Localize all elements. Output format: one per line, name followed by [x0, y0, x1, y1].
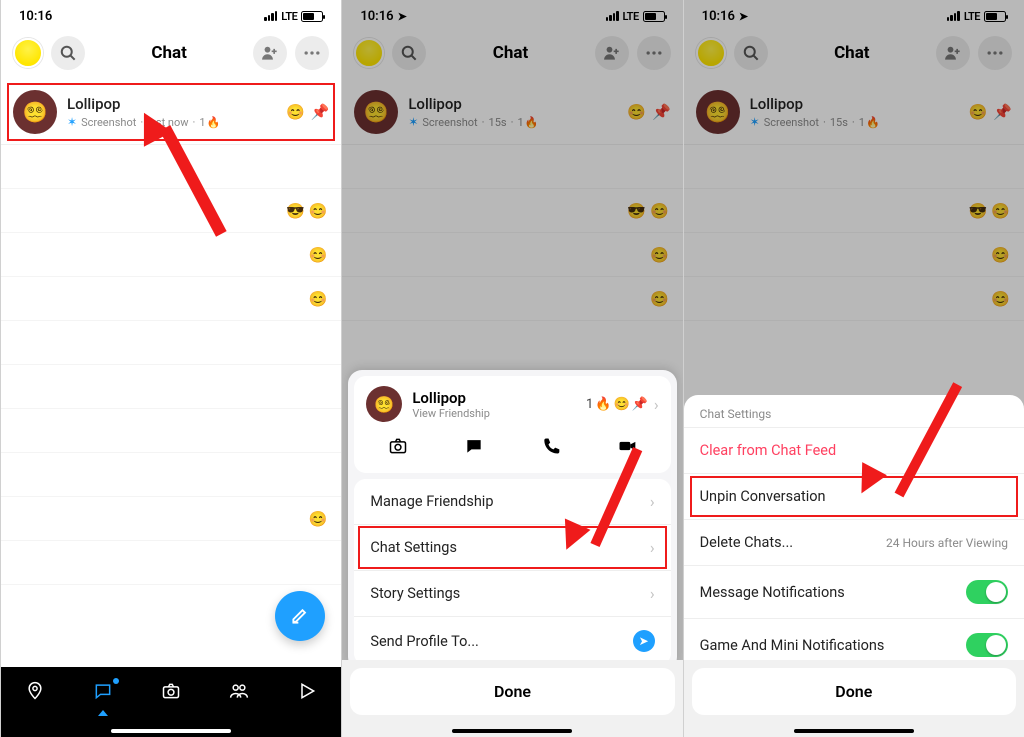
chat-header: Chat: [1, 28, 341, 80]
friend-badges: 1🔥😊📌: [586, 397, 648, 412]
search-icon: [58, 43, 78, 63]
done-bar: Done: [684, 660, 1024, 737]
video-action[interactable]: [617, 436, 637, 461]
battery-icon: [301, 11, 323, 22]
page-title: Chat: [151, 43, 187, 63]
list-item[interactable]: [1, 145, 341, 189]
screen-3-chat-settings: 10:16 ➤ LTE Chat 😵‍💫 Lollipop ✶ Screensh…: [683, 0, 1024, 737]
camera-icon: [388, 436, 408, 456]
tab-spotlight[interactable]: [297, 681, 317, 706]
map-pin-icon: [25, 681, 45, 701]
status-network: LTE: [281, 10, 297, 23]
chat-settings-row[interactable]: Chat Settings ›: [354, 524, 670, 570]
story-settings-row[interactable]: Story Settings ›: [354, 570, 670, 616]
status-bar: 10:16 LTE: [1, 0, 341, 28]
people-icon: [229, 681, 249, 701]
clear-from-feed-row[interactable]: Clear from Chat Feed: [684, 427, 1024, 473]
camera-icon: [161, 681, 181, 701]
toggle-on[interactable]: [966, 633, 1008, 657]
friend-card: 😵‍💫 Lollipop View Friendship 1🔥😊📌 ›: [354, 376, 670, 473]
chevron-right-icon: ›: [650, 584, 655, 603]
chat-subtitle: ✶ Screenshot · just now · 1🔥: [67, 115, 286, 129]
home-indicator: [452, 729, 572, 733]
list-item[interactable]: 😎😊: [1, 189, 341, 233]
tab-camera[interactable]: [161, 681, 181, 706]
cellular-icon: [264, 11, 277, 21]
screen-2-friend-sheet: 10:16 ➤ LTE Chat 😵‍💫 Lollipop ✶ Screensh…: [341, 0, 682, 737]
friend-action-sheet: 😵‍💫 Lollipop View Friendship 1🔥😊📌 › Ma: [348, 370, 676, 671]
chat-row-lollipop[interactable]: 😵‍💫 Lollipop ✶ Screenshot · just now · 1…: [1, 80, 341, 145]
compose-icon: [290, 606, 310, 626]
send-profile-row[interactable]: Send Profile To... ➤: [354, 616, 670, 665]
toggle-on[interactable]: [966, 580, 1008, 604]
friend-name: Lollipop: [412, 389, 586, 407]
view-friendship-row[interactable]: 😵‍💫 Lollipop View Friendship 1🔥😊📌 ›: [354, 376, 670, 426]
more-button[interactable]: [295, 36, 329, 70]
list-item[interactable]: [1, 409, 341, 453]
manage-friendship-row[interactable]: Manage Friendship ›: [354, 479, 670, 524]
sheet-options: Manage Friendship › Chat Settings › Stor…: [354, 479, 670, 665]
screen-1-chat-list: 10:16 LTE Chat 😵‍💫 Lollipop: [0, 0, 341, 737]
message-notifications-row[interactable]: Message Notifications: [684, 565, 1024, 618]
tab-bar: [1, 667, 341, 737]
chevron-right-icon: ›: [650, 492, 655, 511]
chevron-right-icon: ›: [650, 538, 655, 557]
list-item[interactable]: [1, 321, 341, 365]
delete-hint: 24 Hours after Viewing: [886, 536, 1008, 550]
video-icon: [617, 436, 637, 456]
status-time: 10:16: [19, 9, 52, 24]
screenshot-icon: ✶: [67, 115, 77, 129]
avatar-lollipop: 😵‍💫: [366, 386, 402, 422]
call-action[interactable]: [541, 436, 561, 461]
list-item[interactable]: [1, 453, 341, 497]
tab-stories[interactable]: [229, 681, 249, 706]
done-button[interactable]: Done: [350, 668, 674, 715]
play-icon: [297, 681, 317, 701]
view-friendship-label: View Friendship: [412, 407, 586, 420]
fire-icon: 🔥: [207, 116, 221, 129]
unpin-conversation-row[interactable]: Unpin Conversation: [684, 473, 1024, 519]
fire-icon: 🔥: [595, 397, 611, 412]
chevron-right-icon: ›: [654, 395, 659, 414]
list-item[interactable]: [1, 365, 341, 409]
camera-action[interactable]: [388, 436, 408, 461]
chat-name: Lollipop: [67, 95, 286, 113]
send-icon: ➤: [633, 630, 655, 652]
home-indicator: [111, 729, 231, 733]
done-button[interactable]: Done: [692, 668, 1016, 715]
tab-map[interactable]: [25, 681, 45, 706]
phone-icon: [541, 436, 561, 456]
search-button[interactable]: [51, 36, 85, 70]
pin-icon: 📌: [632, 397, 648, 412]
more-icon: [302, 43, 322, 63]
delete-chats-row[interactable]: Delete Chats... 24 Hours after Viewing: [684, 519, 1024, 565]
chat-bubble-icon: [464, 436, 484, 456]
tab-chat[interactable]: [93, 681, 113, 706]
add-friend-icon: [260, 43, 280, 63]
done-bar: Done: [342, 660, 682, 737]
profile-bitmoji-icon[interactable]: [13, 38, 43, 68]
new-chat-fab[interactable]: [275, 591, 325, 641]
add-friend-button[interactable]: [253, 36, 287, 70]
avatar-lollipop: 😵‍💫: [13, 90, 57, 134]
list-item[interactable]: 😊: [1, 277, 341, 321]
chat-icon: [93, 681, 113, 701]
sheet-title: Chat Settings: [684, 395, 1024, 427]
list-item[interactable]: 😊: [1, 233, 341, 277]
home-indicator: [794, 729, 914, 733]
pin-icon: 📌: [311, 103, 330, 121]
list-item[interactable]: 😊: [1, 497, 341, 541]
chat-action[interactable]: [464, 436, 484, 461]
blush-emoji-icon: 😊: [286, 103, 305, 121]
blush-emoji-icon: 😊: [613, 397, 629, 412]
list-item[interactable]: [1, 541, 341, 585]
